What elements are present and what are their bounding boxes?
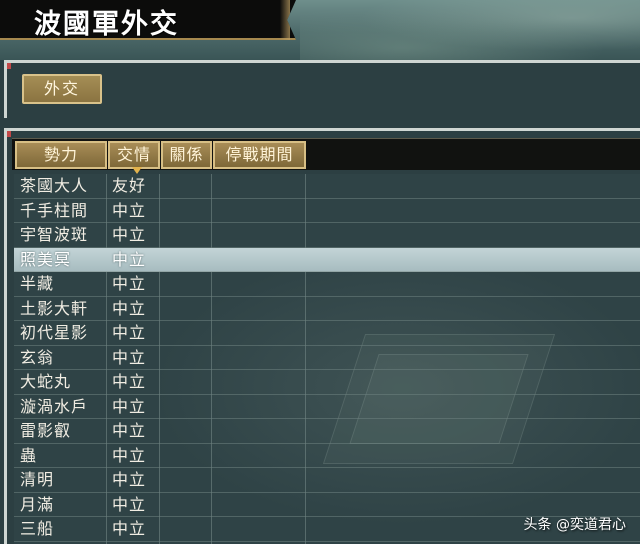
- relation-value: 中立: [112, 200, 147, 220]
- relation-value: 中立: [112, 298, 147, 318]
- table-row[interactable]: 大蛇丸 中立: [14, 370, 640, 395]
- faction-name: 漩渦水戶: [20, 396, 89, 416]
- frame-accent-mark: [7, 131, 11, 137]
- table-row[interactable]: 雷影叡 中立: [14, 419, 640, 444]
- relation-value: 中立: [112, 323, 147, 342]
- relation-value: 中立: [112, 519, 147, 538]
- faction-name: 茶國大人: [20, 176, 89, 195]
- terrain-texture: [300, 0, 640, 60]
- faction-name: 蟲: [20, 445, 38, 465]
- table-row[interactable]: 茶國大人 友好: [14, 174, 640, 199]
- table-row[interactable]: 千手柱間 中立: [14, 199, 640, 223]
- faction-name: 初代星影: [20, 323, 89, 342]
- table-row-selected[interactable]: 照美冥 中立: [14, 247, 640, 272]
- table-row[interactable]: 漩渦水戶 中立: [14, 395, 640, 419]
- relation-value: 中立: [112, 421, 147, 440]
- column-header-label: 交情: [116, 145, 151, 164]
- tab-diplomacy[interactable]: 外交: [22, 74, 102, 104]
- table-row[interactable]: 宇智波斑 中立: [14, 223, 640, 248]
- faction-name: 清明: [20, 470, 55, 489]
- relation-value: 友好: [112, 176, 147, 195]
- faction-name: 月滿: [20, 494, 55, 514]
- window-title: 波國軍外交: [34, 9, 179, 40]
- relation-value: 中立: [112, 225, 147, 244]
- faction-name: 照美冥: [20, 249, 72, 269]
- relation-value: 中立: [112, 396, 147, 416]
- relation-value: 中立: [112, 249, 147, 269]
- table-row[interactable]: 半藏 中立: [14, 272, 640, 297]
- column-header-relation[interactable]: 交情: [108, 141, 160, 174]
- faction-name: 大蛇丸: [20, 372, 72, 391]
- table-row[interactable]: 初代星影 中立: [14, 321, 640, 346]
- table-row[interactable]: 蟲 中立: [14, 444, 640, 468]
- relation-value: 中立: [112, 470, 147, 489]
- faction-name: 三船: [20, 519, 55, 538]
- faction-name: 土影大軒: [20, 298, 89, 318]
- faction-name: 千手柱間: [20, 200, 89, 220]
- column-header-alliance[interactable]: 關係: [161, 141, 212, 169]
- faction-table: 茶國大人 友好 千手柱間 中立 宇智波斑 中立 照美冥 中立 半藏 中立 土影大…: [14, 174, 640, 544]
- faction-name: 玄翁: [20, 347, 55, 367]
- relation-value: 中立: [112, 274, 147, 293]
- faction-name: 宇智波斑: [20, 225, 89, 244]
- sort-arrow-icon: [132, 167, 142, 174]
- relation-value: 中立: [112, 445, 147, 465]
- watermark-text: 头条 @奕道君心: [523, 517, 626, 533]
- faction-name: 半藏: [20, 274, 55, 293]
- frame-accent-mark: [7, 63, 11, 69]
- column-header-truce-period[interactable]: 停戰期間: [213, 141, 306, 169]
- table-header: 勢力 交情 關係 停戰期間: [12, 138, 640, 174]
- relation-value: 中立: [112, 494, 147, 514]
- faction-name: 雷影叡: [20, 421, 72, 440]
- title-banner: 波國軍外交: [0, 0, 296, 40]
- table-row[interactable]: 玄翁 中立: [14, 346, 640, 370]
- relation-value: 中立: [112, 372, 147, 391]
- table-row[interactable]: 清明 中立: [14, 468, 640, 493]
- column-header-faction[interactable]: 勢力: [15, 141, 107, 169]
- table-row[interactable]: 土影大軒 中立: [14, 297, 640, 321]
- relation-value: 中立: [112, 347, 147, 367]
